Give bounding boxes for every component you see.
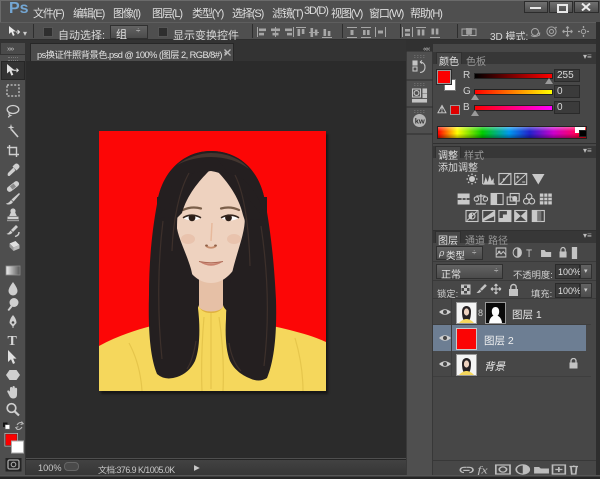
svg-text:T: T [526, 249, 533, 260]
svg-text:T: T [8, 334, 18, 349]
svg-text:kw: kw [415, 117, 425, 126]
